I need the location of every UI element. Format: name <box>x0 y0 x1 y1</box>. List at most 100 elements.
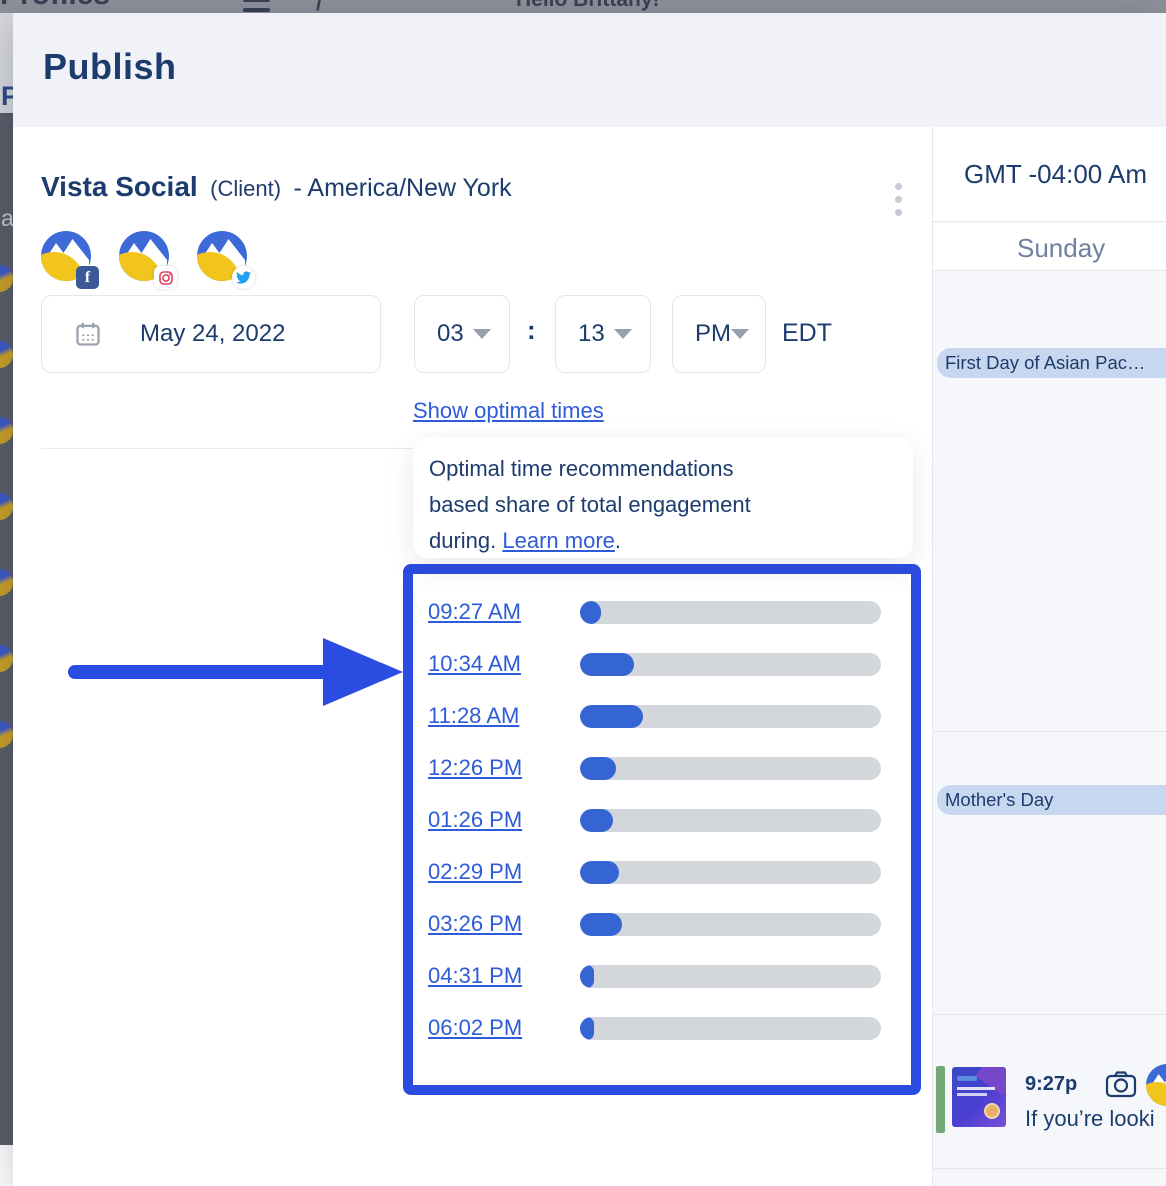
profile-avatar-instagram[interactable] <box>119 231 169 281</box>
background-profile-avatar <box>0 417 13 444</box>
chevron-down-icon <box>473 329 491 339</box>
engagement-bar-fill <box>580 705 643 728</box>
background-profile-avatar <box>0 265 13 292</box>
minute-select[interactable]: 13 <box>555 295 651 373</box>
profile-group-timezone: - America/New York <box>294 174 512 202</box>
optimal-time-link[interactable]: 06:02 PM <box>428 1015 580 1041</box>
profile-avatar-twitter[interactable] <box>197 231 247 281</box>
background-left-bottom <box>0 1145 13 1186</box>
screen: Profiles / Hello Brittany! P a Publish V… <box>0 0 1166 1186</box>
tooltip-line-2: based share of total engagement <box>429 487 897 523</box>
profile-group-type: (Client) <box>210 176 281 201</box>
background-profile-avatar <box>0 341 13 368</box>
modal-title: Publish <box>43 46 177 88</box>
calendar-section-line <box>933 1014 1166 1015</box>
optimal-time-row: 10:34 AM <box>428 638 911 690</box>
engagement-bar <box>580 1017 881 1040</box>
background-profile-avatar <box>0 645 13 672</box>
tooltip-line-1: Optimal time recommendations <box>429 451 897 487</box>
post-thumbnail <box>952 1067 1006 1127</box>
background-partial-letter-p: P <box>1 81 13 112</box>
engagement-bar-fill <box>580 757 616 780</box>
optimal-time-link[interactable]: 03:26 PM <box>428 911 580 937</box>
engagement-bar-fill <box>580 653 634 676</box>
optimal-time-row: 12:26 PM <box>428 742 911 794</box>
hour-select[interactable]: 03 <box>414 295 510 373</box>
hamburger-menu-icon <box>243 0 270 13</box>
post-caption: If you’re looki <box>1025 1106 1155 1132</box>
optimal-time-link[interactable]: 09:27 AM <box>428 599 580 625</box>
engagement-bar <box>580 809 881 832</box>
chevron-down-icon <box>731 329 749 339</box>
post-status-accent <box>936 1066 945 1133</box>
scheduled-post-preview[interactable]: 9:27p If you’re looki <box>933 1052 1166 1132</box>
hour-value: 03 <box>437 320 464 348</box>
engagement-bar <box>580 653 881 676</box>
optimal-time-link[interactable]: 02:29 PM <box>428 859 580 885</box>
optimal-time-link[interactable]: 01:26 PM <box>428 807 580 833</box>
background-profile-avatar <box>0 569 13 596</box>
calendar-icon <box>74 320 102 348</box>
engagement-bar-fill <box>580 861 619 884</box>
background-profiles-label: Profiles <box>0 0 110 12</box>
background-profile-avatar <box>0 493 13 520</box>
tooltip-line-3-text: during. <box>429 528 502 553</box>
engagement-bar-fill <box>580 1017 594 1040</box>
event-label: Mother's Day <box>945 789 1053 811</box>
selected-profiles: f <box>41 231 247 281</box>
more-options-icon[interactable] <box>891 183 905 229</box>
calendar-section-line <box>933 1168 1166 1169</box>
optimal-time-link[interactable]: 04:31 PM <box>428 963 580 989</box>
optimal-time-row: 01:26 PM <box>428 794 911 846</box>
calendar-event-first-day-asian-pacific[interactable]: First Day of Asian Pac… <box>937 348 1166 378</box>
meridiem-select[interactable]: PM <box>672 295 766 373</box>
profile-avatar-facebook[interactable]: f <box>41 231 91 281</box>
calendar-day-header-row: Sunday <box>933 223 1166 271</box>
tooltip-line-3: during. Learn more. <box>429 523 897 559</box>
calendar-section-line <box>933 731 1166 732</box>
instagram-icon <box>154 266 177 289</box>
optimal-time-row: 09:27 AM <box>428 586 911 638</box>
twitter-icon <box>232 266 255 289</box>
optimal-times-panel: 09:27 AM 10:34 AM 11:28 AM 12:26 PM 01:2… <box>403 564 921 1095</box>
optimal-time-link[interactable]: 12:26 PM <box>428 755 580 781</box>
optimal-times-tooltip: Optimal time recommendations based share… <box>413 437 913 558</box>
background-top-bar: Profiles / Hello Brittany! <box>0 0 1166 13</box>
learn-more-link[interactable]: Learn more <box>502 528 615 553</box>
timezone-abbreviation: EDT <box>782 319 832 348</box>
profile-group-title: Vista Social (Client) - America/New York <box>41 171 512 203</box>
calendar-event-mothers-day[interactable]: Mother's Day <box>937 785 1166 815</box>
show-optimal-times-link[interactable]: Show optimal times <box>413 398 604 424</box>
annotation-arrow-head <box>323 638 403 706</box>
post-profile-avatar <box>1146 1064 1166 1106</box>
background-left-edge: P a <box>0 13 13 1186</box>
optimal-time-link[interactable]: 10:34 AM <box>428 651 580 677</box>
background-profile-avatar <box>0 721 13 748</box>
engagement-bar <box>580 861 881 884</box>
annotation-arrow-line <box>68 665 331 679</box>
engagement-bar-fill <box>580 913 622 936</box>
optimal-time-row: 11:28 AM <box>428 690 911 742</box>
engagement-bar <box>580 965 881 988</box>
composer-pane: Vista Social (Client) - America/New York… <box>13 127 932 1186</box>
modal-header: Publish <box>13 13 1166 127</box>
engagement-bar <box>580 601 881 624</box>
date-picker[interactable]: May 24, 2022 <box>41 295 381 373</box>
engagement-bar <box>580 913 881 936</box>
optimal-time-row: 02:29 PM <box>428 846 911 898</box>
meridiem-value: PM <box>695 320 731 348</box>
profile-group-name: Vista Social <box>41 171 198 202</box>
post-time: 9:27p <box>1025 1073 1077 1096</box>
engagement-bar-fill <box>580 809 613 832</box>
event-label: First Day of Asian Pac… <box>945 352 1145 374</box>
chevron-down-icon <box>614 329 632 339</box>
engagement-bar-fill <box>580 965 594 988</box>
publish-modal: Publish Vista Social (Client) - America/… <box>13 13 1166 1186</box>
optimal-time-link[interactable]: 11:28 AM <box>428 703 580 729</box>
optimal-time-row: 03:26 PM <box>428 898 911 950</box>
calendar-day-header[interactable]: Sunday <box>1017 233 1105 264</box>
calendar-preview: GMT -04:00 Am Sunday First Day of Asian … <box>932 127 1166 1186</box>
calendar-timezone-row: GMT -04:00 Am <box>933 127 1166 222</box>
engagement-bar-fill <box>580 601 601 624</box>
facebook-icon: f <box>76 266 99 289</box>
